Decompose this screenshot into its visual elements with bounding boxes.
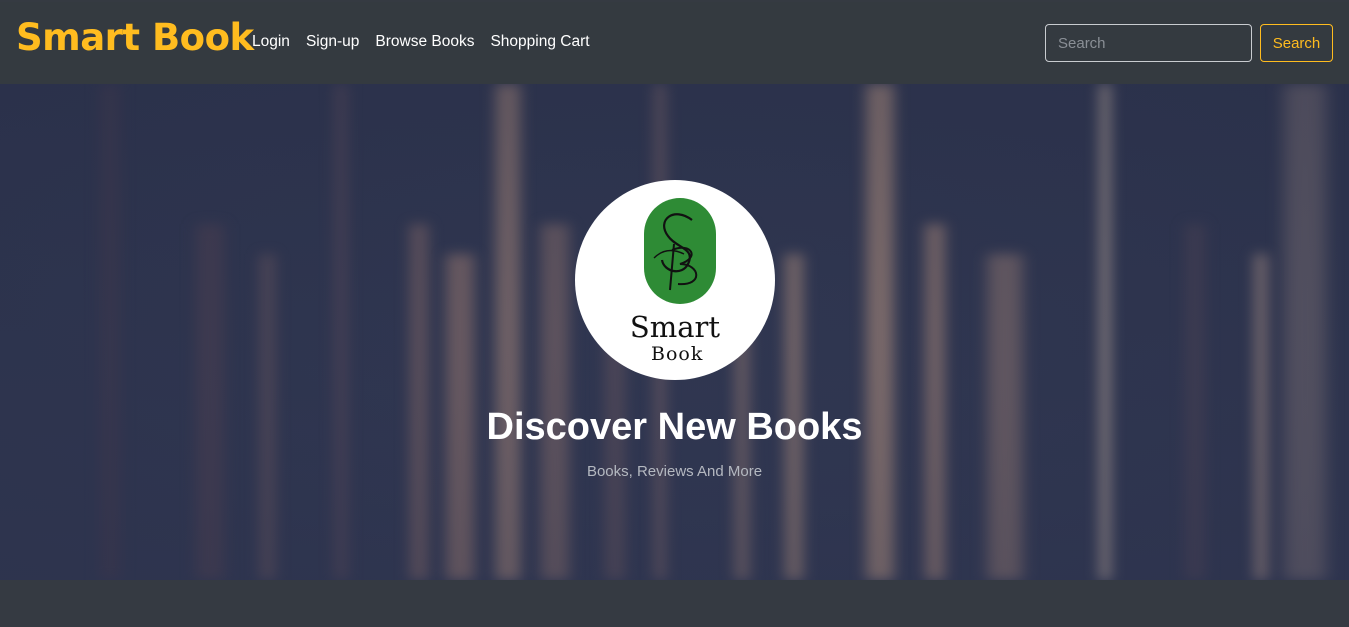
nav-link-login[interactable]: Login <box>252 33 290 51</box>
brand-logo-link[interactable]: Smart Book <box>16 16 254 59</box>
search-input[interactable] <box>1045 24 1252 62</box>
nav-link-shopping-cart[interactable]: Shopping Cart <box>490 33 589 51</box>
sb-monogram-icon <box>653 213 698 291</box>
site-logo: Smart Book <box>575 180 775 380</box>
nav-links: Login Sign-up Browse Books Shopping Cart <box>252 33 606 51</box>
page-bottom-strip <box>0 580 1349 627</box>
nav-link-sign-up[interactable]: Sign-up <box>306 33 359 51</box>
top-navbar: Smart Book Login Sign-up Browse Books Sh… <box>0 2 1349 84</box>
hero-banner: Smart Book Discover New Books Books, Rev… <box>0 84 1349 580</box>
hero-title: Discover New Books <box>486 406 863 448</box>
nav-link-browse-books[interactable]: Browse Books <box>375 33 474 51</box>
search-button[interactable]: Search <box>1260 24 1333 62</box>
hero-subtitle: Books, Reviews And More <box>586 463 763 480</box>
logo-text-smart: Smart <box>629 310 721 344</box>
logo-monogram-badge <box>644 198 716 304</box>
logo-text-book: Book <box>651 343 704 365</box>
